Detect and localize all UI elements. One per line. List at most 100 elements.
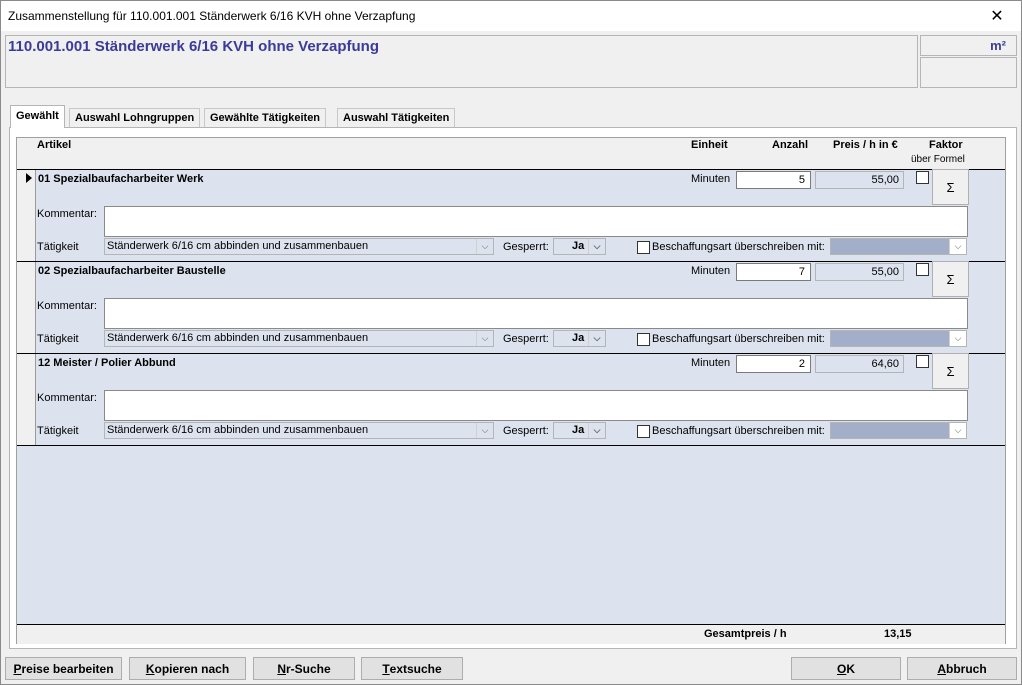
gesperrt-value: Ja [572, 240, 585, 252]
anzahl-input[interactable]: 7 [736, 263, 811, 281]
kommentar-label: Kommentar: [37, 392, 97, 404]
gesperrt-label: Gesperrt: [503, 425, 549, 437]
button-label: K [846, 661, 855, 676]
taetigkeit-select[interactable]: Ständerwerk 6/16 cm abbinden und zusamme… [104, 238, 494, 255]
record-title: 12 Meister / Polier Abbund [38, 357, 176, 369]
beschaffung-checkbox[interactable] [637, 333, 650, 346]
window-title: Zusammenstellung für 110.001.001 Ständer… [8, 9, 416, 23]
button-label: bbruch [946, 661, 987, 676]
ok-button[interactable]: OK [791, 657, 901, 680]
faktor-checkbox[interactable] [916, 355, 929, 368]
chevron-down-icon[interactable]: ⌵ [476, 331, 493, 346]
beschaffung-label: Beschaffungsart überschreiben mit: [652, 241, 825, 253]
record-einheit: Minuten [691, 265, 731, 277]
formula-sigma-button[interactable]: Σ [932, 261, 969, 297]
anzahl-input[interactable]: 5 [736, 171, 811, 189]
gesamtpreis-label: Gesamtpreis / h [704, 628, 787, 640]
taetigkeit-value: Ständerwerk 6/16 cm abbinden und zusamme… [107, 332, 369, 344]
column-header-artikel: Artikel [37, 139, 72, 151]
unit-label: m² [990, 38, 1006, 53]
column-header-anzahl: Anzahl [772, 139, 809, 151]
kommentar-input[interactable] [104, 206, 968, 237]
button-label: reise bearbeiten [21, 661, 114, 676]
current-record-pointer-icon [26, 173, 32, 183]
taetigkeit-label: Tätigkeit [37, 241, 79, 253]
preis-field: 64,60 [815, 355, 904, 373]
preis-field: 55,00 [815, 171, 904, 189]
button-mnemonic: P [13, 661, 22, 676]
textsuche-button[interactable]: Textsuche [361, 657, 463, 680]
unit-box: m² [920, 35, 1017, 56]
record-title: 01 Spezialbaufacharbeiter Werk [38, 173, 204, 185]
chevron-down-icon[interactable]: ⌵ [476, 239, 493, 254]
gesperrt-label: Gesperrt: [503, 333, 549, 345]
beschaffung-select[interactable]: ⌵ [830, 422, 967, 439]
button-mnemonic: T [382, 661, 390, 676]
formula-sigma-button[interactable]: Σ [932, 169, 969, 205]
close-icon[interactable]: ✕ [975, 2, 1019, 30]
chevron-down-icon[interactable]: ⌵ [588, 239, 605, 254]
nr-suche-button[interactable]: Nr-Suche [253, 657, 355, 680]
chevron-down-icon[interactable]: ⌵ [949, 239, 966, 254]
record-einheit: Minuten [691, 357, 731, 369]
record-separator [17, 353, 1005, 354]
button-label: extsuche [389, 661, 442, 676]
article-title: 110.001.001 Ständerwerk 6/16 KVH ohne Ve… [8, 38, 380, 55]
tab-gewaehlt[interactable]: Gewählt [10, 105, 65, 128]
record-separator [17, 445, 1005, 446]
kommentar-input[interactable] [104, 298, 968, 329]
record-title: 02 Spezialbaufacharbeiter Baustelle [38, 265, 226, 277]
chevron-down-icon[interactable]: ⌵ [588, 423, 605, 438]
preise-bearbeiten-button[interactable]: Preise bearbeiten [5, 657, 122, 680]
taetigkeit-value: Ständerwerk 6/16 cm abbinden und zusamme… [107, 424, 369, 436]
beschaffung-select[interactable]: ⌵ [830, 330, 967, 347]
gesperrt-select[interactable]: Ja ⌵ [553, 330, 606, 347]
kommentar-label: Kommentar: [37, 208, 97, 220]
taetigkeit-select[interactable]: Ständerwerk 6/16 cm abbinden und zusamme… [104, 422, 494, 439]
kopieren-nach-button[interactable]: Kopieren nach [129, 657, 246, 680]
chevron-down-icon[interactable]: ⌵ [949, 331, 966, 346]
column-header-faktor: Faktor [929, 139, 963, 151]
taetigkeit-label: Tätigkeit [37, 333, 79, 345]
chevron-down-icon[interactable]: ⌵ [588, 331, 605, 346]
button-label: opieren nach [154, 661, 230, 676]
button-mnemonic: K [145, 661, 155, 676]
header-info-box [920, 57, 1017, 88]
tab-auswahl-lohngruppen[interactable]: Auswahl Lohngruppen [69, 108, 201, 127]
formula-sigma-button[interactable]: Σ [932, 353, 969, 389]
tab-auswahl-taetigkeiten[interactable]: Auswahl Tätigkeiten [337, 108, 456, 127]
button-mnemonic: A [937, 661, 946, 676]
gesperrt-select[interactable]: Ja ⌵ [553, 422, 606, 439]
record-einheit: Minuten [691, 173, 731, 185]
abbruch-button[interactable]: Abbruch [907, 657, 1017, 680]
chevron-down-icon[interactable]: ⌵ [476, 423, 493, 438]
taetigkeit-select[interactable]: Ständerwerk 6/16 cm abbinden und zusamme… [104, 330, 494, 347]
anzahl-input[interactable]: 2 [736, 355, 811, 373]
kommentar-label: Kommentar: [37, 300, 97, 312]
tab-gewaehlte-taetigkeiten[interactable]: Gewählte Tätigkeiten [204, 108, 327, 127]
beschaffung-checkbox[interactable] [637, 241, 650, 254]
beschaffung-select[interactable]: ⌵ [830, 238, 967, 255]
gesperrt-select[interactable]: Ja ⌵ [553, 238, 606, 255]
faktor-checkbox[interactable] [916, 171, 929, 184]
button-mnemonic: N [277, 661, 286, 676]
gesperrt-value: Ja [572, 332, 585, 344]
beschaffung-checkbox[interactable] [637, 425, 650, 438]
button-label: r-Suche [285, 661, 331, 676]
beschaffung-label: Beschaffungsart überschreiben mit: [652, 425, 825, 437]
preis-field: 55,00 [815, 263, 904, 281]
beschaffung-label: Beschaffungsart überschreiben mit: [652, 333, 825, 345]
button-mnemonic: O [836, 661, 847, 676]
column-header-einheit: Einheit [691, 139, 728, 151]
column-header-faktor-sub: über Formel [911, 154, 965, 165]
grid-footer [17, 625, 1005, 644]
kommentar-input[interactable] [104, 390, 968, 421]
record-selector-column [17, 170, 36, 445]
gesperrt-value: Ja [572, 424, 585, 436]
taetigkeit-value: Ständerwerk 6/16 cm abbinden und zusamme… [107, 240, 369, 252]
chevron-down-icon[interactable]: ⌵ [949, 423, 966, 438]
gesperrt-label: Gesperrt: [503, 241, 549, 253]
faktor-checkbox[interactable] [916, 263, 929, 276]
record-separator [17, 261, 1005, 262]
column-header-preis: Preis / h in € [833, 139, 898, 151]
